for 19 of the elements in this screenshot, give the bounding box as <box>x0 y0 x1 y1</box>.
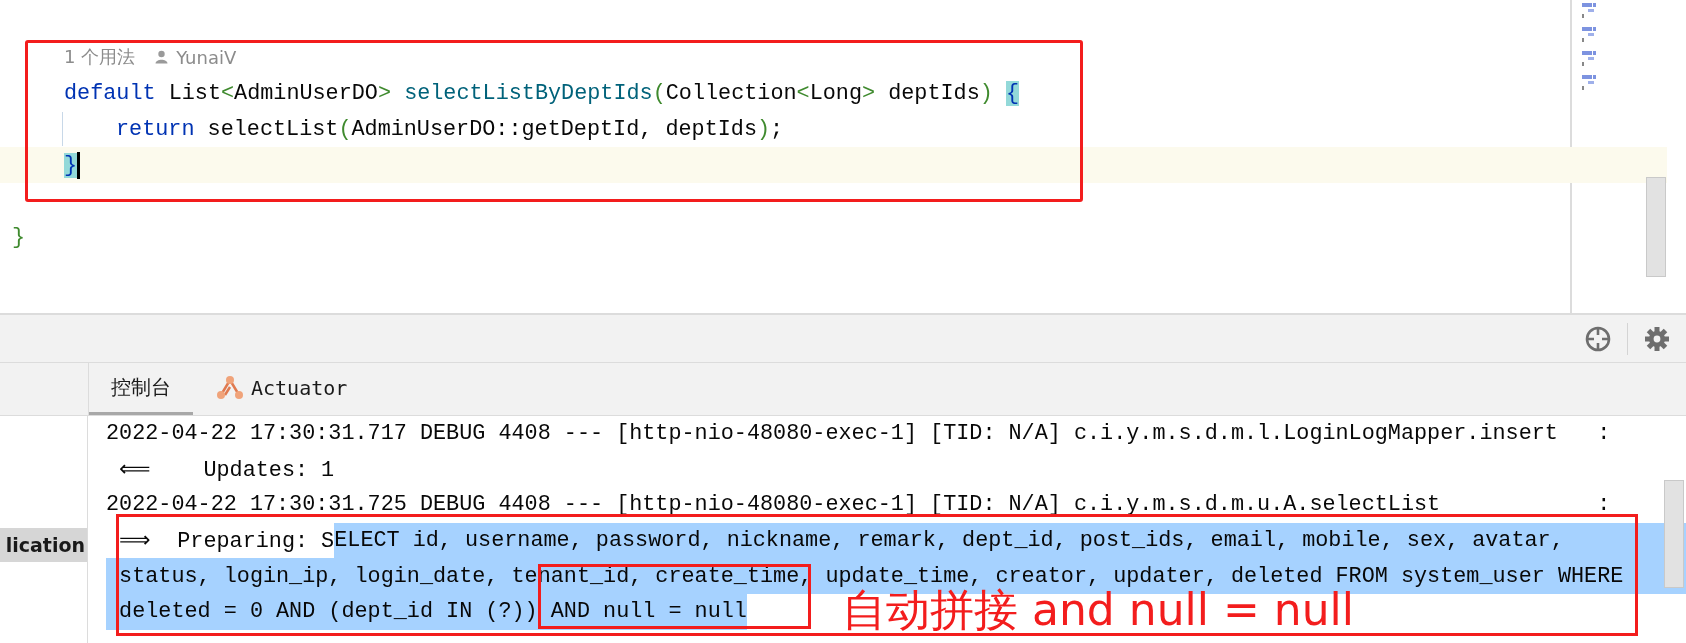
log-line: 2022-04-22 17:30:31.725 DEBUG 4408 --- [http-nio-48080-exec-1] [TID: N/A] c.i.y.m.s.d.m.u.A.selectList <box>106 491 1442 520</box>
settings-icon[interactable] <box>1644 325 1670 352</box>
console-tab[interactable]: Actuator <box>193 363 370 415</box>
node-graph-icon <box>215 374 245 401</box>
text-cursor <box>77 151 81 179</box>
run-config-label[interactable]: lication <box>0 528 87 562</box>
console-tab[interactable]: 控制台 <box>89 363 193 415</box>
usage-hint[interactable]: 1 个用法 <box>64 45 136 69</box>
crosshair-icon[interactable] <box>1585 325 1611 352</box>
log-separator: : <box>1597 492 1611 518</box>
code-line: return selectList(AdminUserDO::getDeptId, deptIds); <box>116 116 784 142</box>
code-line: default List<AdminUserDO> selectListByDeptIds(Collection<Long> deptIds) { <box>64 80 1019 106</box>
scrollbar-thumb[interactable] <box>1646 177 1666 277</box>
code-line: } <box>12 224 26 250</box>
log-line: 2022-04-22 17:30:31.717 DEBUG 4408 --- [http-nio-48080-exec-1] [TID: N/A] c.i.y.m.s.d.m.l.LoginLogMapper.insert <box>106 420 1559 449</box>
user-icon <box>155 50 169 64</box>
log-line: ⟸ Updates: 1 <box>118 456 336 485</box>
scrollbar-thumb[interactable] <box>1664 480 1684 588</box>
log-separator: : <box>1597 421 1611 447</box>
